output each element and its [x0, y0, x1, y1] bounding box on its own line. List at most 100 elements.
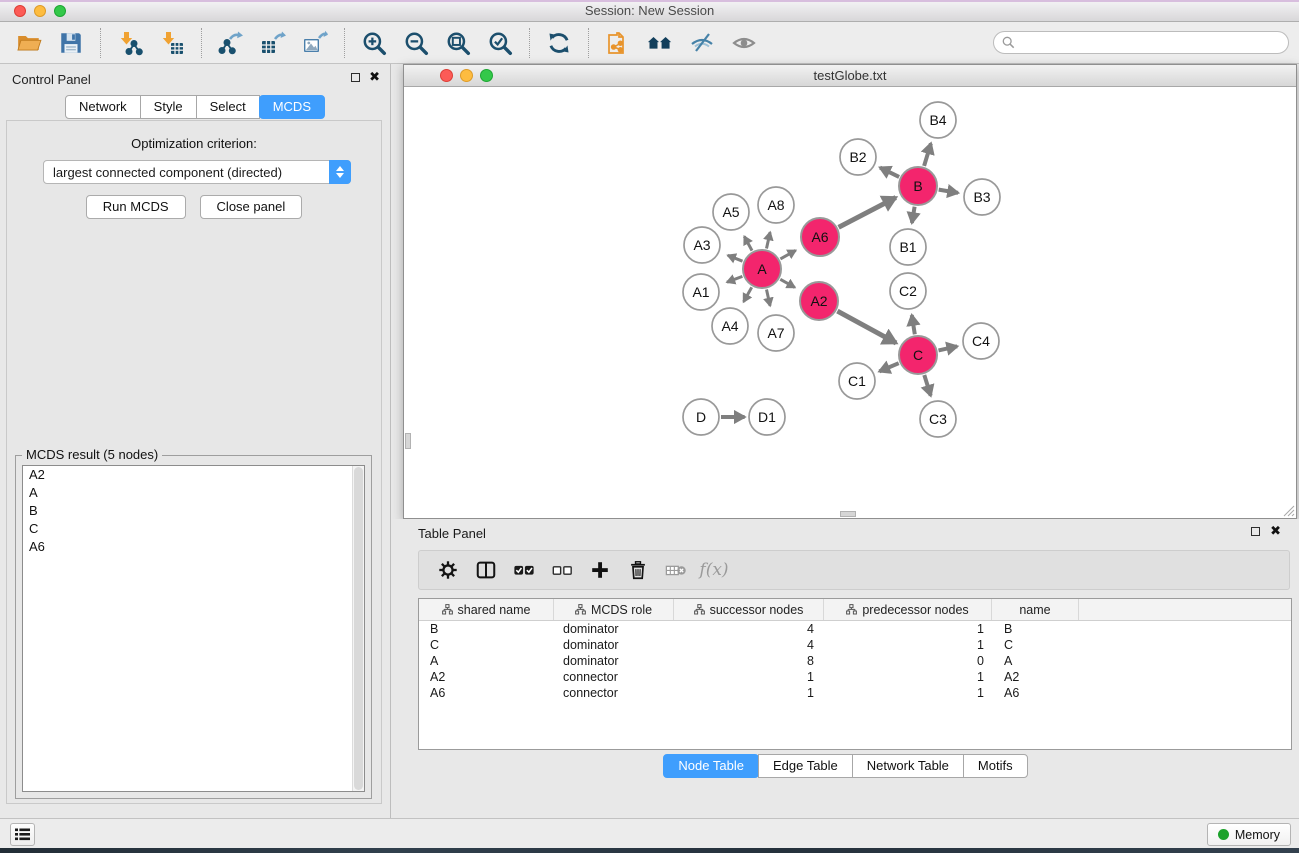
- cell-name[interactable]: A: [992, 653, 1079, 669]
- graph-edge-A6-B[interactable]: [839, 198, 896, 228]
- new-network-from-selection-button[interactable]: [600, 25, 636, 61]
- graph-edge-A-A2[interactable]: [780, 279, 795, 287]
- mcds-result-list[interactable]: A2 A B C A6: [22, 465, 365, 792]
- tab-mcds[interactable]: MCDS: [259, 95, 325, 119]
- network-window-titlebar[interactable]: testGlobe.txt: [404, 65, 1296, 87]
- graph-edge-A-A8[interactable]: [767, 232, 771, 248]
- list-item[interactable]: A2: [23, 466, 364, 484]
- cell-mcds-role[interactable]: connector: [554, 669, 674, 685]
- cell-shared-name[interactable]: C: [419, 637, 554, 653]
- cell-successor-nodes[interactable]: 4: [674, 637, 824, 653]
- cell-mcds-role[interactable]: dominator: [554, 653, 674, 669]
- cell-name[interactable]: A6: [992, 685, 1079, 701]
- run-mcds-button[interactable]: Run MCDS: [86, 195, 186, 219]
- show-graphics-details-button[interactable]: [726, 25, 762, 61]
- list-item[interactable]: C: [23, 520, 364, 538]
- zoom-out-button[interactable]: [398, 25, 434, 61]
- graph-edge-B-B1[interactable]: [912, 207, 915, 223]
- zoom-fit-button[interactable]: [440, 25, 476, 61]
- list-item[interactable]: A: [23, 484, 364, 502]
- cell-successor-nodes[interactable]: 1: [674, 685, 824, 701]
- optimization-criterion-select[interactable]: largest connected component (directed): [43, 160, 351, 184]
- table-row[interactable]: B dominator 4 1 B: [419, 621, 1291, 637]
- graph-edge-C-C3[interactable]: [924, 375, 930, 396]
- graph-edge-B-B2[interactable]: [880, 168, 899, 177]
- import-network-button[interactable]: [112, 25, 148, 61]
- cell-predecessor-nodes[interactable]: 1: [824, 669, 992, 685]
- tab-style[interactable]: Style: [140, 95, 197, 119]
- tab-motifs[interactable]: Motifs: [963, 754, 1028, 778]
- memory-button[interactable]: Memory: [1207, 823, 1291, 846]
- column-header[interactable]: successor nodes: [674, 599, 824, 620]
- cell-name[interactable]: B: [992, 621, 1079, 637]
- task-history-button[interactable]: [10, 823, 35, 846]
- hide-graphics-details-button[interactable]: [684, 25, 720, 61]
- cell-predecessor-nodes[interactable]: 1: [824, 685, 992, 701]
- cell-name[interactable]: A2: [992, 669, 1079, 685]
- cell-predecessor-nodes[interactable]: 0: [824, 653, 992, 669]
- close-panel-icon[interactable]: ✖: [1270, 526, 1281, 536]
- float-panel-icon[interactable]: [1251, 527, 1260, 536]
- table-row[interactable]: A dominator 8 0 A: [419, 653, 1291, 669]
- apply-layout-button[interactable]: [541, 25, 577, 61]
- delete-columns-button[interactable]: [621, 554, 655, 586]
- tab-select[interactable]: Select: [196, 95, 260, 119]
- search-input[interactable]: [1020, 35, 1280, 50]
- graph-edge-B-B3[interactable]: [939, 190, 958, 193]
- cell-successor-nodes[interactable]: 4: [674, 621, 824, 637]
- column-header[interactable]: name: [992, 599, 1079, 620]
- column-browser-button[interactable]: [469, 554, 503, 586]
- function-builder-button[interactable]: f(x): [697, 554, 731, 586]
- float-panel-icon[interactable]: [351, 73, 360, 82]
- node-table[interactable]: shared name MCDS role successor nodes pr…: [418, 598, 1292, 750]
- export-table-button[interactable]: [255, 25, 291, 61]
- graph-edge-A2-C[interactable]: [837, 311, 896, 343]
- save-session-button[interactable]: [53, 25, 89, 61]
- graph-edge-A-A6[interactable]: [780, 250, 795, 259]
- column-settings-button[interactable]: [431, 554, 465, 586]
- table-row[interactable]: A2 connector 1 1 A2: [419, 669, 1291, 685]
- cell-shared-name[interactable]: B: [419, 621, 554, 637]
- tab-network[interactable]: Network: [65, 95, 141, 119]
- cell-shared-name[interactable]: A: [419, 653, 554, 669]
- graph-edge-C-C1[interactable]: [879, 363, 898, 371]
- zoom-selected-button[interactable]: [482, 25, 518, 61]
- unselect-all-columns-button[interactable]: [545, 554, 579, 586]
- graph-edge-C-C2[interactable]: [912, 315, 915, 334]
- close-panel-button[interactable]: Close panel: [200, 195, 303, 219]
- column-header[interactable]: predecessor nodes: [824, 599, 992, 620]
- graph-edge-B-B4[interactable]: [924, 143, 931, 166]
- create-column-button[interactable]: [583, 554, 617, 586]
- graph-edge-A-A3[interactable]: [728, 255, 743, 261]
- network-graph[interactable]: AA1A2A3A4A5A6A7A8BB1B2B3B4CC1C2C3C4DD1: [404, 87, 1296, 518]
- tab-network-table[interactable]: Network Table: [852, 754, 964, 778]
- zoom-in-button[interactable]: [356, 25, 392, 61]
- cell-name[interactable]: C: [992, 637, 1079, 653]
- cell-mcds-role[interactable]: dominator: [554, 621, 674, 637]
- column-header[interactable]: MCDS role: [554, 599, 674, 620]
- open-session-button[interactable]: [11, 25, 47, 61]
- list-item[interactable]: B: [23, 502, 364, 520]
- horizontal-scroll-thumb[interactable]: [840, 511, 856, 517]
- tab-node-table[interactable]: Node Table: [663, 754, 759, 778]
- graph-edge-A-A1[interactable]: [727, 276, 742, 282]
- cell-mcds-role[interactable]: dominator: [554, 637, 674, 653]
- graph-edge-C-C4[interactable]: [939, 346, 958, 350]
- delete-table-button[interactable]: [659, 554, 693, 586]
- import-table-button[interactable]: [154, 25, 190, 61]
- vertical-scroll-thumb[interactable]: [405, 433, 411, 449]
- result-list-scrollbar[interactable]: [352, 466, 364, 791]
- app-manager-button[interactable]: [642, 25, 678, 61]
- table-row[interactable]: C dominator 4 1 C: [419, 637, 1291, 653]
- export-image-button[interactable]: [297, 25, 333, 61]
- export-network-button[interactable]: [213, 25, 249, 61]
- cell-predecessor-nodes[interactable]: 1: [824, 621, 992, 637]
- cell-successor-nodes[interactable]: 8: [674, 653, 824, 669]
- close-panel-icon[interactable]: ✖: [369, 72, 380, 82]
- table-row[interactable]: A6 connector 1 1 A6: [419, 685, 1291, 701]
- select-all-columns-button[interactable]: [507, 554, 541, 586]
- cell-successor-nodes[interactable]: 1: [674, 669, 824, 685]
- resize-grip[interactable]: [1282, 504, 1295, 517]
- graph-edge-A-A5[interactable]: [744, 236, 752, 250]
- cell-shared-name[interactable]: A2: [419, 669, 554, 685]
